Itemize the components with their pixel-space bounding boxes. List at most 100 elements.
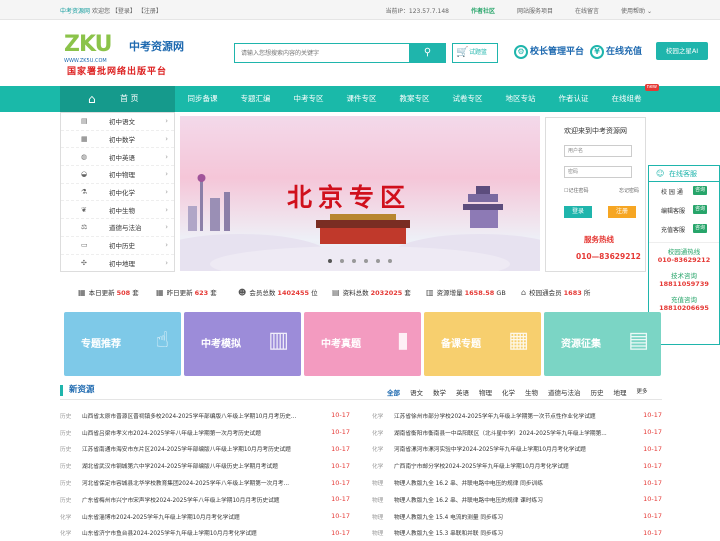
principal-link[interactable]: ⚙ 校长管理平台 bbox=[514, 44, 584, 59]
login-button[interactable]: 登录 bbox=[564, 206, 592, 218]
banner-carousel[interactable]: 北京专区 bbox=[180, 116, 540, 271]
card-real-exam[interactable]: 中考真题 ▮ bbox=[304, 312, 421, 376]
nav-item[interactable]: 试卷专区 bbox=[441, 86, 494, 112]
list-item[interactable]: 化学 山东省淄博市2024-2025学年九年级上学期10月月考化学试题 10-17 bbox=[60, 508, 350, 525]
carousel-dot[interactable] bbox=[340, 259, 344, 263]
nav-item[interactable]: 专题汇编 bbox=[229, 86, 282, 112]
tab-subject[interactable]: 数学 bbox=[433, 387, 446, 397]
category-item[interactable]: ▦ 初中数学 › bbox=[61, 131, 174, 149]
item-title[interactable]: 广西南宁市邮分学校2024-2025学年九年级上学期10月月考化学试题 bbox=[394, 461, 620, 470]
carousel-dot[interactable] bbox=[376, 259, 380, 263]
category-item[interactable]: ◒ 初中物理 › bbox=[61, 166, 174, 184]
list-item[interactable]: 化学 江苏省徐州市部分学校2024-2025学年九年级上学期第一次节点性作业化学试… bbox=[372, 407, 662, 424]
item-title[interactable]: 广东省梅州市兴宁市宋声学校2024-2025学年八年级上学期10月月考历史试题 bbox=[82, 495, 308, 504]
card-topic[interactable]: 专题推荐 ☝ bbox=[64, 312, 181, 376]
kefu-row[interactable]: 充值客服 咨询 bbox=[649, 220, 719, 239]
item-title[interactable]: 河南省漯河市漯河实验中学2024-2025学年九年级上学期10月月考化学试题 bbox=[394, 444, 620, 453]
item-title[interactable]: 湖南省衡阳市衡南县一中岳阳联区（北斗星中学）2024-2025学年九年级上学期第… bbox=[394, 428, 620, 437]
list-item[interactable]: 化学 广西南宁市邮分学校2024-2025学年九年级上学期10月月考化学试题 10-… bbox=[372, 457, 662, 474]
nav-home[interactable]: ⌂ 首 页 bbox=[60, 86, 175, 112]
tab-subject[interactable]: 英语 bbox=[456, 387, 469, 397]
tab-subject[interactable]: 化学 bbox=[502, 387, 515, 397]
item-title[interactable]: 江苏省南通市海安市东片区2024-2025学年部编版八年级上学期10月月考历史试… bbox=[82, 444, 308, 453]
search-button[interactable]: ⚲ bbox=[409, 43, 446, 63]
item-title[interactable]: 河北省保定市容城县北华学校教育集团2024-2025学年八年级上学期第一次月考.… bbox=[82, 478, 308, 487]
category-item[interactable]: ⚖ 道德与法治 › bbox=[61, 219, 174, 237]
item-title[interactable]: 物理人教版九全 16.2 串、并联电路中电压的规律 课时练习 bbox=[394, 495, 620, 504]
list-item[interactable]: 物理 物理人教版九全 15.3 串联和并联 同步练习 10-17 bbox=[372, 525, 662, 541]
list-item[interactable]: 物理 物理人教版九全 15.4 电流的测量 同步练习 10-17 bbox=[372, 508, 662, 525]
tab-subject[interactable]: 生物 bbox=[525, 387, 538, 397]
tab-all[interactable]: 全部 bbox=[387, 387, 400, 397]
password-field[interactable]: 密码 bbox=[564, 166, 632, 178]
nav-item[interactable]: 教案专区 bbox=[388, 86, 441, 112]
list-item[interactable]: 历史 山西省吕梁市孝义市2024-2025学年八年级上学期第一次月考历史试题 10-… bbox=[60, 424, 350, 441]
network-link[interactable]: 网站服务项目 bbox=[517, 6, 553, 15]
community-link[interactable]: 作者社区 bbox=[471, 6, 495, 15]
carousel-dot[interactable] bbox=[352, 259, 356, 263]
nav-item[interactable]: 地区专站 bbox=[494, 86, 547, 112]
consult-button[interactable]: 咨询 bbox=[693, 224, 708, 233]
category-item[interactable]: ❦ 初中生物 › bbox=[61, 201, 174, 220]
nav-item[interactable]: 作者认证 bbox=[547, 86, 600, 112]
category-item[interactable]: ⚗ 初中化学 › bbox=[61, 184, 174, 202]
nav-item[interactable]: 同步备课 bbox=[176, 86, 229, 112]
carousel-dot[interactable] bbox=[328, 259, 332, 263]
tab-more[interactable]: 更多 bbox=[637, 387, 648, 397]
kefu-header[interactable]: ☺ 在线客服 bbox=[649, 166, 719, 182]
message-link[interactable]: 在线留言 bbox=[575, 6, 599, 15]
list-item[interactable]: 历史 广东省梅州市兴宁市宋声学校2024-2025学年八年级上学期10月月考历史试… bbox=[60, 491, 350, 508]
consult-button[interactable]: 咨询 bbox=[693, 186, 708, 195]
register-button[interactable]: 注册 bbox=[608, 206, 636, 218]
category-item[interactable]: ▤ 初中语文 › bbox=[61, 113, 174, 131]
nav-item[interactable]: 中考专区 bbox=[282, 86, 335, 112]
nav-item-zujuan[interactable]: 在线组卷 new bbox=[600, 84, 659, 112]
item-title[interactable]: 山西省太原市晋源区晋祠镇多校2024-2025学年部编版八年级上学期10月月考历… bbox=[82, 411, 308, 420]
item-title[interactable]: 物理人教版九全 15.3 串联和并联 同步练习 bbox=[394, 528, 620, 537]
list-item[interactable]: 物理 物理人教版九全 16.2 串、并联电路中电压的规律 课时练习 10-17 bbox=[372, 491, 662, 508]
card-mock-exam[interactable]: 中考模拟 ▥ bbox=[184, 312, 301, 376]
list-item[interactable]: 物理 物理人教版九全 16.2 串、并联电路中电压的规律 同步训练 10-17 bbox=[372, 474, 662, 491]
remember-checkbox[interactable]: ☐记住密码 bbox=[564, 187, 589, 194]
tab-subject[interactable]: 地理 bbox=[614, 387, 627, 397]
register-link[interactable]: 【注册】 bbox=[138, 8, 162, 15]
item-title[interactable]: 湖北省武汉市钢城第六中学2024-2025学年部编版八年级历史上学期月考试题 bbox=[82, 461, 308, 470]
item-title[interactable]: 物理人教版九全 16.2 串、并联电路中电压的规律 同步训练 bbox=[394, 478, 620, 487]
item-title[interactable]: 物理人教版九全 15.4 电流的测量 同步练习 bbox=[394, 512, 620, 521]
card-lesson-prep[interactable]: 备课专题 ▦ bbox=[424, 312, 541, 376]
category-item[interactable]: ✣ 初中地理 › bbox=[61, 255, 174, 273]
tab-subject[interactable]: 物理 bbox=[479, 387, 492, 397]
item-title[interactable]: 江苏省徐州市部分学校2024-2025学年九年级上学期第一次节点性作业化学试题 bbox=[394, 411, 620, 420]
item-title[interactable]: 山东省淄博市2024-2025学年九年级上学期10月月考化学试题 bbox=[82, 512, 308, 521]
list-item[interactable]: 历史 河北省保定市容城县北华学校教育集团2024-2025学年八年级上学期第一次月… bbox=[60, 474, 350, 491]
card-resource-call[interactable]: 资源征集 ▤ bbox=[544, 312, 661, 376]
username-field[interactable]: 用户名 bbox=[564, 145, 632, 157]
list-item[interactable]: 化学 河南省漯河市漯河实验中学2024-2025学年九年级上学期10月月考化学试题… bbox=[372, 441, 662, 458]
tab-subject[interactable]: 道德与法治 bbox=[548, 387, 581, 397]
logo[interactable]: ZKU 中考资源网 WWW.ZK5U.COM 国家署批网络出版平台 bbox=[64, 32, 204, 77]
list-item[interactable]: 历史 江苏省南通市海安市东片区2024-2025学年部编版八年级上学期10月月考历… bbox=[60, 441, 350, 458]
list-item[interactable]: 化学 湖南省衡阳市衡南县一中岳阳联区（北斗星中学）2024-2025学年九年级上学… bbox=[372, 424, 662, 441]
consult-button[interactable]: 咨询 bbox=[693, 205, 708, 214]
recharge-link[interactable]: ¥ 在线充值 bbox=[590, 44, 642, 59]
forgot-link[interactable]: 忘记密码 bbox=[619, 187, 639, 194]
item-title[interactable]: 山西省吕梁市孝义市2024-2025学年八年级上学期第一次月考历史试题 bbox=[82, 428, 308, 437]
category-item[interactable]: ◍ 初中英语 › bbox=[61, 148, 174, 167]
help-link[interactable]: 使用帮助 ⌄ bbox=[621, 6, 652, 15]
tab-subject[interactable]: 历史 bbox=[591, 387, 604, 397]
list-item[interactable]: 化学 山东省济宁市鱼台县2024-2025学年九年级上学期10月月考化学试题 10-… bbox=[60, 525, 350, 541]
item-title[interactable]: 山东省济宁市鱼台县2024-2025学年九年级上学期10月月考化学试题 bbox=[82, 528, 308, 537]
site-link[interactable]: 中考资源网 bbox=[60, 8, 90, 15]
list-item[interactable]: 历史 湖北省武汉市钢城第六中学2024-2025学年部编版八年级历史上学期月考试题… bbox=[60, 457, 350, 474]
login-link[interactable]: 【登录】 bbox=[112, 8, 136, 15]
carousel-dot[interactable] bbox=[364, 259, 368, 263]
nav-item[interactable]: 课件专区 bbox=[335, 86, 388, 112]
kefu-row[interactable]: 编辑客服 咨询 bbox=[649, 201, 719, 220]
ai-button[interactable]: 校园之星AI bbox=[656, 42, 708, 60]
list-item[interactable]: 历史 山西省太原市晋源区晋祠镇多校2024-2025学年部编版八年级上学期10月月… bbox=[60, 407, 350, 424]
tab-subject[interactable]: 语文 bbox=[410, 387, 423, 397]
carousel-dot[interactable] bbox=[388, 259, 392, 263]
category-item[interactable]: ▭ 初中历史 › bbox=[61, 237, 174, 255]
kefu-row[interactable]: 校 园 通 咨询 bbox=[649, 182, 719, 201]
basket-button[interactable]: 🛒 试题篮 bbox=[452, 43, 498, 63]
